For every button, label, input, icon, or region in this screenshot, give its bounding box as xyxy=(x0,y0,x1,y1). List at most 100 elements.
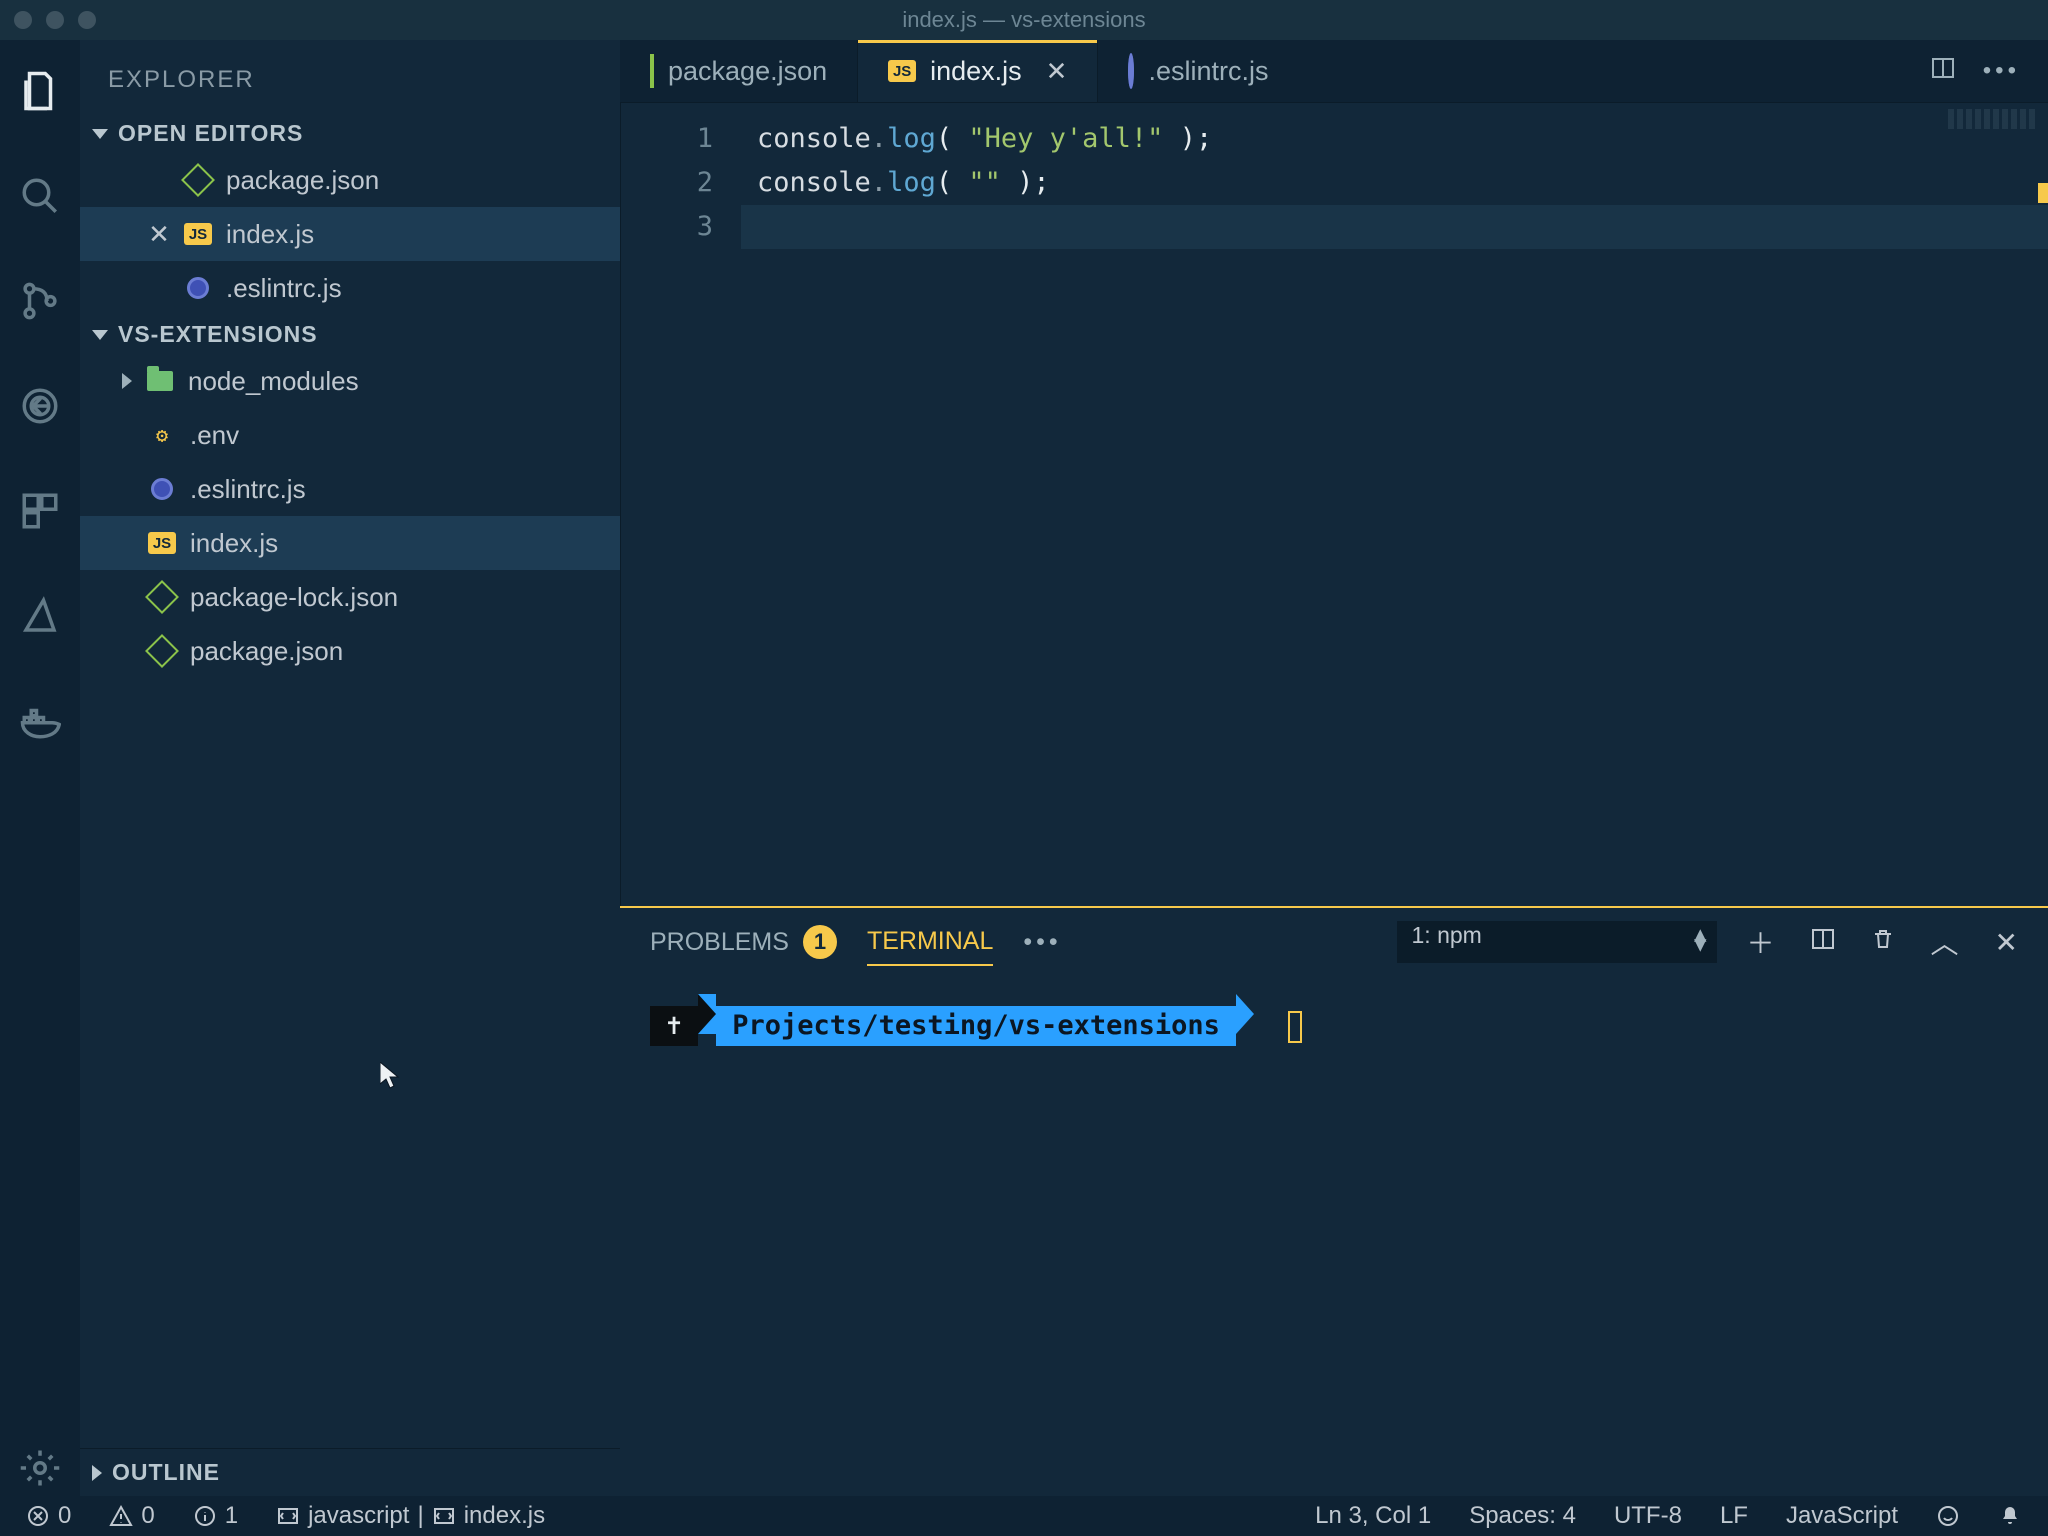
status-indent[interactable]: Spaces: 4 xyxy=(1461,1502,1584,1530)
line-gutter: 1 2 3 xyxy=(621,103,741,906)
editor-tab[interactable]: JS index.js ✕ xyxy=(857,40,1097,102)
outline-header[interactable]: OUTLINE xyxy=(80,1448,620,1496)
divider: | xyxy=(417,1502,423,1530)
file-label: package.json xyxy=(226,165,379,196)
debug-icon[interactable] xyxy=(19,385,61,434)
tab-label: package.json xyxy=(668,56,827,87)
maximize-panel-icon[interactable]: ︿ xyxy=(1931,922,1959,962)
prompt-segment: ✝ xyxy=(650,1006,698,1046)
mouse-cursor xyxy=(380,1062,402,1090)
status-value: 0 xyxy=(58,1502,71,1530)
code-body[interactable]: console.log( "Hey y'all!" ); console.log… xyxy=(741,103,2048,906)
more-actions-icon[interactable]: ••• xyxy=(1983,57,2020,85)
code-editor[interactable]: 1 2 3 console.log( "Hey y'all!" ); conso… xyxy=(620,102,2048,906)
code-line[interactable] xyxy=(741,205,2048,249)
docker-icon[interactable] xyxy=(19,700,61,749)
close-tab-icon[interactable]: ✕ xyxy=(1036,56,1068,87)
editor-tab[interactable]: .eslintrc.js xyxy=(1097,40,1298,102)
line-number: 3 xyxy=(621,205,713,249)
status-value: javascript xyxy=(308,1502,409,1530)
new-terminal-icon[interactable]: ＋ xyxy=(1747,922,1775,962)
node-icon xyxy=(145,634,179,668)
status-lang-server[interactable]: javascript | index.js xyxy=(268,1502,553,1530)
file-item[interactable]: package-lock.json xyxy=(80,570,620,624)
t: ); xyxy=(1001,167,1050,198)
file-item[interactable]: .eslintrc.js xyxy=(80,462,620,516)
file-label: .eslintrc.js xyxy=(190,474,306,505)
file-label: index.js xyxy=(190,528,278,559)
chevron-down-icon xyxy=(92,129,108,139)
eslint-icon xyxy=(151,478,173,500)
status-eol[interactable]: LF xyxy=(1712,1502,1756,1530)
bottom-panel: PROBLEMS 1 TERMINAL ••• 1: npm ▴▾ ＋ xyxy=(620,906,2048,1496)
chevron-down-icon xyxy=(92,330,108,340)
env-icon: ⚙ xyxy=(148,421,176,449)
chevron-right-icon xyxy=(122,373,132,389)
kill-terminal-icon[interactable] xyxy=(1871,926,1895,958)
t: ( xyxy=(936,123,969,154)
file-item[interactable]: JS index.js xyxy=(80,516,620,570)
app-window: index.js — vs-extensions xyxy=(0,0,2048,1536)
settings-gear-icon[interactable] xyxy=(19,1447,61,1496)
open-editor-item[interactable]: ✕ JS index.js xyxy=(80,207,620,261)
t: ( xyxy=(936,167,969,198)
terminal-tab[interactable]: TERMINAL xyxy=(867,919,993,966)
split-terminal-icon[interactable] xyxy=(1811,926,1835,958)
activity-bar xyxy=(0,40,80,1496)
close-panel-icon[interactable]: ✕ xyxy=(1995,926,2018,959)
azure-icon[interactable] xyxy=(19,595,61,644)
status-encoding[interactable]: UTF-8 xyxy=(1606,1502,1690,1530)
editor-tabs: package.json JS index.js ✕ .eslintrc.js … xyxy=(620,40,2048,102)
status-info[interactable]: 1 xyxy=(185,1502,246,1530)
source-control-icon[interactable] xyxy=(19,280,61,329)
close-icon[interactable]: ✕ xyxy=(148,219,170,250)
search-icon[interactable] xyxy=(19,175,61,224)
t: "Hey y'all!" xyxy=(968,123,1163,154)
outline-label: OUTLINE xyxy=(112,1459,220,1486)
status-value: 0 xyxy=(141,1502,154,1530)
status-cursor-pos[interactable]: Ln 3, Col 1 xyxy=(1307,1502,1439,1530)
status-value: index.js xyxy=(464,1502,545,1530)
more-panel-tabs-icon[interactable]: ••• xyxy=(1023,928,1061,957)
terminal[interactable]: ✝ Projects/testing/vs-extensions xyxy=(620,976,2048,1496)
t: log xyxy=(887,167,936,198)
status-errors[interactable]: 0 xyxy=(18,1502,79,1530)
open-editor-item[interactable]: .eslintrc.js xyxy=(80,261,620,315)
terminal-select[interactable]: 1: npm ▴▾ xyxy=(1397,921,1717,963)
minimap[interactable] xyxy=(1948,109,2038,129)
file-item[interactable]: ⚙ .env xyxy=(80,408,620,462)
prompt-symbol: ✝ xyxy=(666,1010,682,1041)
feedback-smiley-icon[interactable] xyxy=(1928,1504,1968,1528)
js-icon: JS xyxy=(148,532,176,554)
panel-tab-label: TERMINAL xyxy=(867,927,993,956)
folder-item[interactable]: node_modules xyxy=(80,354,620,408)
folder-icon xyxy=(147,371,173,391)
terminal-select-value: 1: npm xyxy=(1397,921,1717,963)
project-label: VS-EXTENSIONS xyxy=(118,321,318,348)
open-editor-item[interactable]: package.json xyxy=(80,153,620,207)
js-icon: JS xyxy=(184,223,212,245)
node-icon xyxy=(650,54,654,88)
titlebar: index.js — vs-extensions xyxy=(0,0,2048,40)
panel-actions: ＋ ︿ ✕ xyxy=(1747,922,2019,962)
editor-tab[interactable]: package.json xyxy=(620,40,857,102)
split-editor-icon[interactable] xyxy=(1931,56,1955,87)
js-icon: JS xyxy=(888,60,916,82)
eslint-icon xyxy=(187,277,209,299)
file-item[interactable]: package.json xyxy=(80,624,620,678)
extensions-icon[interactable] xyxy=(19,490,61,539)
project-header[interactable]: VS-EXTENSIONS xyxy=(80,315,620,354)
status-language[interactable]: JavaScript xyxy=(1778,1502,1906,1530)
status-warnings[interactable]: 0 xyxy=(101,1502,162,1530)
code-line[interactable]: console.log( "Hey y'all!" ); xyxy=(741,117,2048,161)
problems-tab[interactable]: PROBLEMS 1 xyxy=(650,917,837,967)
file-label: package-lock.json xyxy=(190,582,398,613)
notifications-bell-icon[interactable] xyxy=(1990,1504,2030,1528)
t: console xyxy=(757,167,871,198)
open-editors-header[interactable]: OPEN EDITORS xyxy=(80,114,620,153)
explorer-icon[interactable] xyxy=(19,70,61,119)
overview-marker xyxy=(2038,183,2048,203)
file-label: .env xyxy=(190,420,239,451)
line-number: 2 xyxy=(621,161,713,205)
code-line[interactable]: console.log( "" ); xyxy=(741,161,2048,205)
